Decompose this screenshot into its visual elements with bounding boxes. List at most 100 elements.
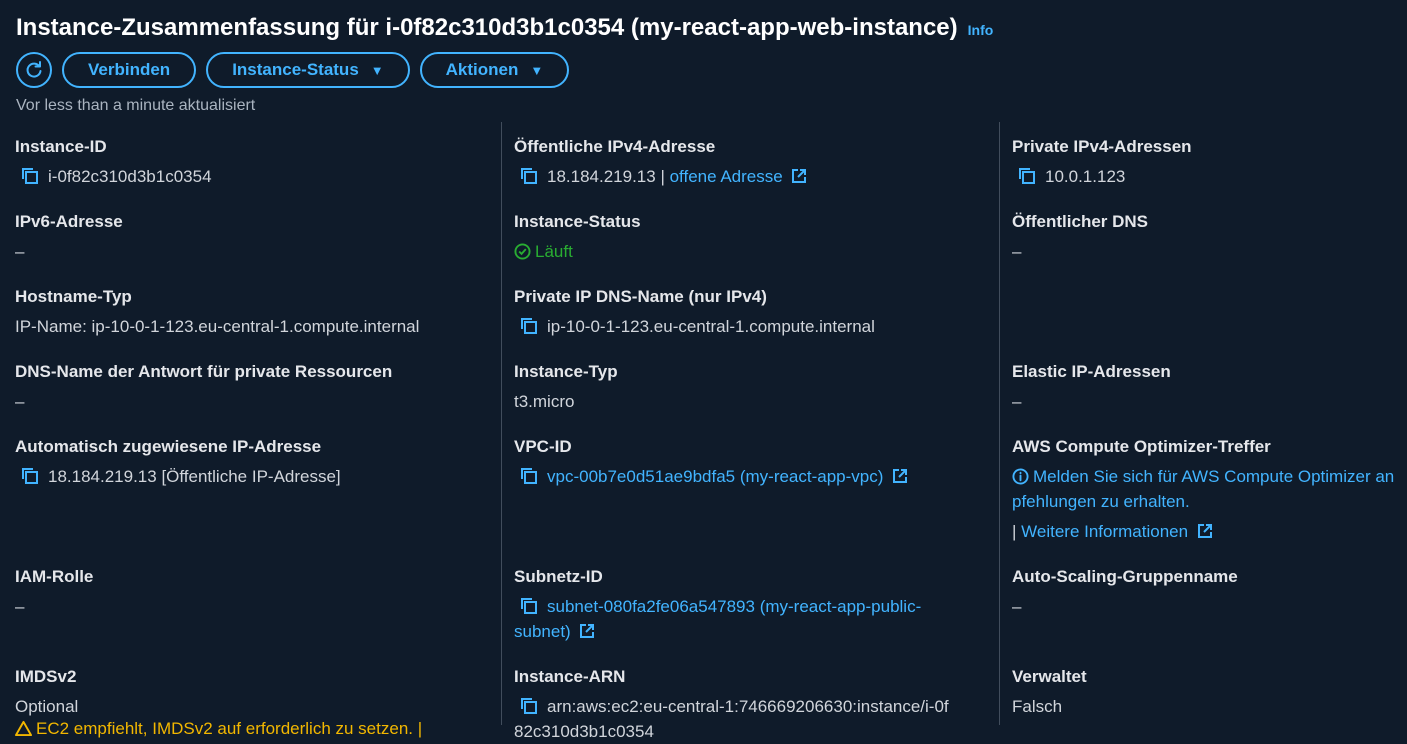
field-label: VPC-ID bbox=[514, 437, 572, 456]
field-label: Instance-ID bbox=[15, 137, 107, 156]
field-elastic-ip: Elastic IP-Adressen – bbox=[1012, 362, 1407, 414]
field-value: ip-10-0-1-123.eu-central-1.compute.inter… bbox=[547, 317, 875, 336]
external-link-icon[interactable] bbox=[1197, 523, 1213, 539]
field-private-ipv4: Private IPv4-Adressen 10.0.1.123 bbox=[1012, 137, 1407, 189]
field-label: Öffentliche IPv4-Adresse bbox=[514, 137, 716, 156]
caret-down-icon: ▼ bbox=[530, 62, 544, 78]
field-label: DNS-Name der Antwort für private Ressour… bbox=[15, 362, 393, 381]
field-label: Hostname-Typ bbox=[15, 287, 132, 306]
copy-icon[interactable] bbox=[519, 696, 539, 716]
page-header: Instance-Zusammenfassung für i-0f82c310d… bbox=[16, 14, 993, 42]
subnet-link[interactable]: subnet-080fa2fe06a547893 (my-react-app-p… bbox=[547, 597, 921, 616]
details-column-2: Öffentliche IPv4-Adresse 18.184.219.13 |… bbox=[501, 122, 1000, 741]
caret-down-icon: ▼ bbox=[370, 62, 384, 78]
field-value: – bbox=[15, 597, 25, 616]
copy-icon[interactable] bbox=[20, 166, 40, 186]
refresh-button[interactable] bbox=[16, 52, 52, 88]
details-column-3: Private IPv4-Adressen 10.0.1.123 Öffentl… bbox=[999, 122, 1407, 725]
field-label: Verwaltet bbox=[1012, 667, 1087, 686]
field-hostname-type: Hostname-Typ IP-Name: ip-10-0-1-123.eu-c… bbox=[15, 287, 501, 339]
refresh-icon bbox=[26, 61, 42, 78]
field-value: arn:aws:ec2:eu-central-1:746669206630:in… bbox=[547, 697, 949, 716]
field-value: – bbox=[1012, 242, 1022, 261]
field-label: Öffentlicher DNS bbox=[1012, 212, 1149, 231]
field-managed: Verwaltet Falsch bbox=[1012, 667, 1407, 719]
connect-button-label: Verbinden bbox=[88, 60, 171, 79]
field-label: Subnetz-ID bbox=[514, 567, 603, 586]
actions-dropdown-label: Aktionen bbox=[445, 60, 519, 79]
copy-icon[interactable] bbox=[519, 166, 539, 186]
field-label: Elastic IP-Adressen bbox=[1012, 362, 1171, 381]
field-label: IMDSv2 bbox=[15, 667, 77, 686]
field-label: IPv6-Adresse bbox=[15, 212, 123, 231]
open-address-link[interactable]: offene Adresse bbox=[670, 167, 783, 186]
field-value: t3.micro bbox=[514, 392, 575, 411]
details-column-1: Instance-ID i-0f82c310d3b1c0354 IPv6-Adr… bbox=[0, 122, 501, 738]
field-label: Private IPv4-Adressen bbox=[1012, 137, 1192, 156]
warning-icon bbox=[15, 720, 32, 737]
external-link-icon[interactable] bbox=[791, 168, 807, 184]
separator: | bbox=[655, 167, 670, 186]
imdsv2-warning: EC2 empfiehlt, IMDSv2 auf erforderlich z… bbox=[36, 719, 423, 738]
external-link-icon[interactable] bbox=[579, 623, 595, 639]
field-label: AWS Compute Optimizer-Treffer bbox=[1012, 437, 1271, 456]
field-value: – bbox=[15, 242, 25, 261]
info-circle-icon bbox=[1012, 468, 1029, 485]
copy-icon[interactable] bbox=[1017, 166, 1037, 186]
field-label: Automatisch zugewiesene IP-Adresse bbox=[15, 437, 322, 456]
field-value: – bbox=[1012, 597, 1022, 616]
field-value: Optional bbox=[15, 697, 79, 716]
status-value: Läuft bbox=[535, 242, 573, 261]
field-dns-answer: DNS-Name der Antwort für private Ressour… bbox=[15, 362, 501, 414]
check-circle-icon bbox=[514, 243, 531, 260]
field-label: IAM-Rolle bbox=[15, 567, 94, 586]
copy-icon[interactable] bbox=[519, 466, 539, 486]
field-instance-status: Instance-Status Läuft bbox=[514, 212, 1000, 264]
page-title: Instance-Zusammenfassung für i-0f82c310d… bbox=[16, 14, 958, 41]
field-value: Falsch bbox=[1012, 697, 1063, 716]
field-value: 18.184.219.13 [Öffentliche IP-Adresse] bbox=[48, 467, 341, 486]
field-vpc-id: VPC-ID vpc-00b7e0d51ae9bdfa5 (my-react-a… bbox=[514, 437, 1000, 489]
field-value: – bbox=[15, 392, 25, 411]
field-value: 10.0.1.123 bbox=[1045, 167, 1126, 186]
field-ipv6: IPv6-Adresse – bbox=[15, 212, 501, 264]
subnet-link-cont[interactable]: subnet) bbox=[514, 622, 571, 641]
field-instance-type: Instance-Typ t3.micro bbox=[514, 362, 1000, 414]
field-instance-arn: Instance-ARN arn:aws:ec2:eu-central-1:74… bbox=[514, 667, 1000, 744]
field-label: Auto-Scaling-Gruppenname bbox=[1012, 567, 1238, 586]
external-link-icon[interactable] bbox=[892, 468, 908, 484]
field-compute-optimizer: AWS Compute Optimizer-Treffer Melden Sie… bbox=[1012, 437, 1407, 544]
info-link[interactable]: Info bbox=[968, 22, 994, 38]
field-imdsv2: IMDSv2 Optional EC2 empfiehlt, IMDSv2 au… bbox=[15, 667, 501, 739]
more-info-link[interactable]: Weitere Informationen bbox=[1021, 522, 1188, 541]
field-subnet-id: Subnetz-ID subnet-080fa2fe06a547893 (my-… bbox=[514, 567, 1000, 644]
field-value: i-0f82c310d3b1c0354 bbox=[48, 167, 212, 186]
copy-icon[interactable] bbox=[519, 316, 539, 336]
field-public-ipv4: Öffentliche IPv4-Adresse 18.184.219.13 |… bbox=[514, 137, 1000, 189]
field-public-dns: Öffentlicher DNS – bbox=[1012, 212, 1407, 264]
copy-icon[interactable] bbox=[519, 596, 539, 616]
actions-dropdown[interactable]: Aktionen ▼ bbox=[419, 52, 570, 88]
instance-status-dropdown-label: Instance-Status bbox=[232, 60, 359, 79]
field-value: – bbox=[1012, 392, 1022, 411]
field-value: IP-Name: ip-10-0-1-123.eu-central-1.comp… bbox=[15, 317, 420, 336]
optimizer-opt-in-link[interactable]: Melden Sie sich für AWS Compute Optimize… bbox=[1033, 467, 1394, 486]
instance-status-dropdown[interactable]: Instance-Status ▼ bbox=[206, 52, 410, 88]
field-private-dns: Private IP DNS-Name (nur IPv4) ip-10-0-1… bbox=[514, 287, 1000, 339]
field-label: Instance-Status bbox=[514, 212, 641, 231]
last-updated-text: Vor less than a minute aktualisiert bbox=[16, 97, 256, 114]
copy-icon[interactable] bbox=[20, 466, 40, 486]
connect-button[interactable]: Verbinden bbox=[62, 52, 197, 88]
field-auto-scaling-group: Auto-Scaling-Gruppenname – bbox=[1012, 567, 1407, 619]
field-label: Instance-Typ bbox=[514, 362, 618, 381]
field-label: Private IP DNS-Name (nur IPv4) bbox=[514, 287, 767, 306]
separator: | bbox=[1012, 522, 1022, 541]
vpc-link[interactable]: vpc-00b7e0d51ae9bdfa5 (my-react-app-vpc) bbox=[547, 467, 883, 486]
action-bar: Verbinden Instance-Status ▼ Aktionen ▼ bbox=[16, 52, 570, 88]
field-value: 18.184.219.13 bbox=[547, 167, 656, 186]
field-label: Instance-ARN bbox=[514, 667, 626, 686]
optimizer-opt-in-link-cont[interactable]: pfehlungen zu erhalten. bbox=[1012, 492, 1190, 511]
field-iam-role: IAM-Rolle – bbox=[15, 567, 501, 619]
field-auto-ip: Automatisch zugewiesene IP-Adresse 18.18… bbox=[15, 437, 501, 489]
field-instance-id: Instance-ID i-0f82c310d3b1c0354 bbox=[15, 137, 501, 189]
